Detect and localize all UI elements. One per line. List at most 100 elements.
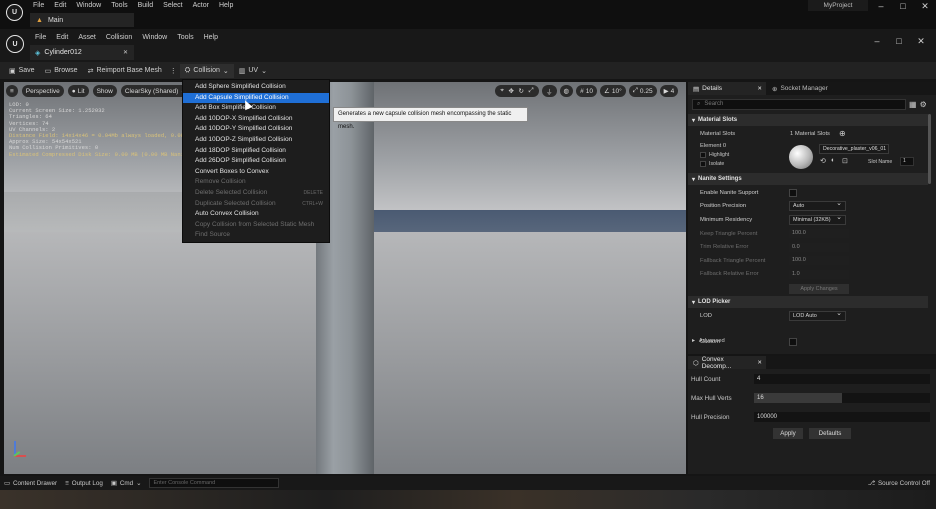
close-tab-icon[interactable]: ✕ [123,49,128,56]
advanced-row[interactable]: ▸ Advanced [692,338,725,344]
collision-menu-item[interactable]: Add 18DOP Simplified Collision [183,146,329,157]
collision-menu-item[interactable]: Add 26DOP Simplified Collision [183,156,329,167]
material-picker[interactable]: Decorative_plaster_v06_01 [819,144,889,154]
browse-button[interactable]: ▭ Browse [40,64,83,78]
menu-tools[interactable]: Tools [106,2,132,9]
slot-name-input[interactable]: 1 [900,157,914,166]
maximize-icon[interactable]: □ [888,36,910,46]
collision-menu-item[interactable]: Convert Boxes to Convex [183,167,329,178]
max-hull-verts-slider[interactable]: 16 [754,393,930,403]
menu-select[interactable]: Select [158,2,187,9]
content-drawer-button[interactable]: ▭ Content Drawer [4,480,57,487]
use-selected-icon[interactable]: ◐ [831,157,835,164]
save-button[interactable]: ▣ Save [4,64,40,78]
world-local-button[interactable]: ◍ [559,85,574,97]
socket-manager-tab[interactable]: ⊕ Socket Manager [766,85,828,93]
property-number-input[interactable]: 1.0 [789,269,849,279]
property-number-input[interactable]: 0.0 [789,242,849,252]
project-name[interactable]: MyProject [808,0,868,11]
minimize-icon[interactable]: – [870,1,892,11]
close-tab-icon[interactable]: ✕ [757,86,762,92]
viewport-menu-button[interactable]: ≡ [6,85,18,97]
property-checkbox[interactable] [789,188,797,197]
transform-tools[interactable]: ⌖ ✥ ↻ ⤢ [495,85,539,97]
material-thumbnail[interactable] [789,145,813,169]
menu-actor[interactable]: Actor [188,2,214,9]
menu-window[interactable]: Window [71,2,106,9]
collision-menu-button[interactable]: ⛭ Collision ⌄ [179,63,234,78]
convex-tab[interactable]: ⬡ Convex Decomp... ✕ [688,356,766,370]
uv-menu-button[interactable]: ▥ UV ⌄ [234,64,272,78]
menu-help[interactable]: Help [214,2,238,9]
show-button[interactable]: Show [92,85,117,97]
output-log-button[interactable]: ≡ Output Log [65,480,103,487]
close-icon[interactable]: ✕ [910,36,932,47]
search-input[interactable]: ⌕ Search [692,98,906,110]
add-slot-icon[interactable]: ⊕ [839,129,846,138]
table-view-icon[interactable]: ▦ [909,100,917,109]
more-options-icon[interactable]: ⋮ [167,67,180,75]
rotation-snap-button[interactable]: ∠ 10° [600,85,626,97]
hull-count-input[interactable]: 4 [754,374,930,384]
asset-tab[interactable]: ◈ Cylinder012 ✕ [30,45,134,60]
browse-asset-icon[interactable]: ⟲ [820,157,826,165]
tooltip: Generates a new capsule collision mesh e… [333,107,528,130]
maximize-icon[interactable]: □ [892,1,914,11]
minimize-icon[interactable]: – [866,36,888,46]
source-control-button[interactable]: ⎇ Source Control Off [868,480,930,487]
lod-dropdown[interactable]: LOD Auto [789,310,846,321]
surface-snap-button[interactable]: ⏚ [542,85,557,97]
section-material-slots[interactable]: ▾ Material Slots [688,114,928,126]
menu-file[interactable]: File [30,34,51,41]
highlight-checkbox[interactable] [700,152,706,158]
menu-help[interactable]: Help [199,34,223,41]
property-number-input[interactable]: 100.0 [789,229,849,239]
collision-menu-item[interactable]: Add 10DOP-Y Simplified Collision [183,124,329,135]
section-lod-picker[interactable]: ▾ LOD Picker [688,296,928,308]
console-input[interactable]: Enter Console Command [149,478,280,488]
settings-gear-icon[interactable]: ⚙ [920,100,927,109]
collision-menu-item[interactable]: Auto Convex Collision [183,209,329,220]
section-nanite-settings[interactable]: ▾ Nanite Settings [688,173,928,185]
collision-menu-item[interactable]: Add 10DOP-X Simplified Collision [183,114,329,125]
menu-collision[interactable]: Collision [101,34,137,41]
collision-menu-item[interactable]: Add Capsule Simplified Collision [183,92,329,104]
reimport-button[interactable]: ⇄ Reimport Base Mesh [83,64,167,78]
close-icon[interactable]: ✕ [914,1,936,12]
convex-apply-button[interactable]: Apply [773,428,803,439]
hull-precision-input[interactable]: 100000 [754,412,930,422]
camera-speed-button[interactable]: ▶ 4 [659,85,679,97]
menu-file[interactable]: File [28,2,49,9]
convex-defaults-button[interactable]: Defaults [809,428,851,439]
menu-edit[interactable]: Edit [51,34,73,41]
viewport[interactable]: LOD: 0 Current Screen Size: 1.252032 Trian… [4,82,686,474]
nanite-rows: Enable Nanite Support Position Precision A… [688,186,928,281]
menu-tools[interactable]: Tools [172,34,198,41]
details-tab[interactable]: ▤ Details ✕ [688,82,766,95]
menu-window[interactable]: Window [137,34,172,41]
cmd-dropdown[interactable]: ▣ Cmd ⌄ [111,480,142,487]
property-number-input[interactable]: 100.0 [789,256,849,266]
scale-snap-button[interactable]: ⤢ 0.25 [628,85,657,97]
lit-button[interactable]: ● Lit [67,85,89,97]
menu-edit[interactable]: Edit [49,2,71,9]
menu-build[interactable]: Build [133,2,159,9]
custom-checkbox[interactable] [789,338,797,347]
apply-changes-button[interactable]: Apply Changes [789,284,849,294]
collision-menu-item[interactable]: Add Box Simplified Collision [183,103,329,114]
details-scrollbar[interactable] [928,114,931,184]
isolate-checkbox[interactable] [700,161,706,167]
property-dropdown[interactable]: Auto [789,200,846,212]
grid-snap-button[interactable]: #10 [576,85,598,97]
reset-icon[interactable]: ⊡ [842,157,848,165]
property-dropdown[interactable]: Minimal (32KB) [789,214,846,225]
highlight-toggle[interactable]: Highlight [700,152,729,158]
level-tab[interactable]: ▲ Main [30,13,134,27]
isolate-toggle[interactable]: Isolate [700,161,724,167]
close-tab-icon[interactable]: ✕ [757,360,762,366]
collision-menu-item[interactable]: Add 10DOP-Z Simplified Collision [183,135,329,146]
perspective-button[interactable]: Perspective [21,85,64,97]
menu-asset[interactable]: Asset [73,34,101,41]
collision-menu-item[interactable]: Add Sphere Simplified Collision [183,82,329,93]
sky-preset-dropdown[interactable]: ClearSky (Shared)⌄ [120,85,190,97]
